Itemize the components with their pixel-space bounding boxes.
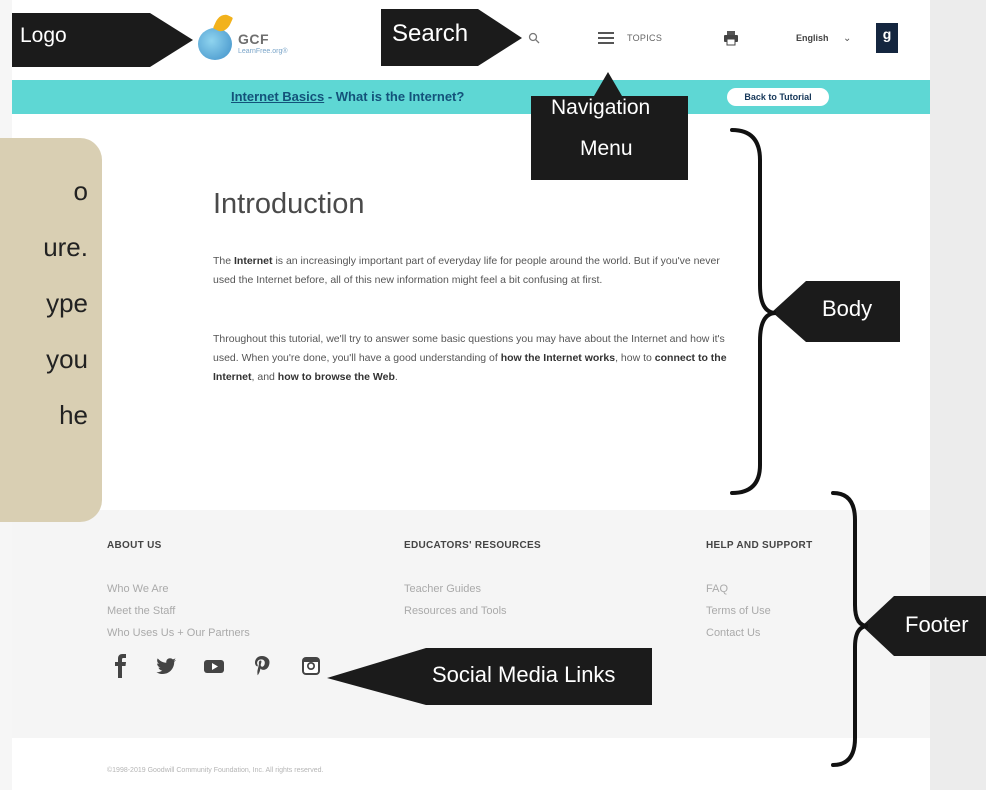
navigation-annotation-arrow <box>531 72 688 180</box>
navigation-annotation-label-2: Menu <box>580 137 633 160</box>
footer-bracket <box>831 491 869 767</box>
footer-annotation-label: Footer <box>905 612 969 637</box>
body-annotation-label: Body <box>822 296 873 321</box>
body-bracket <box>730 128 777 495</box>
navigation-annotation-label-1: Navigation <box>551 96 651 119</box>
logo-annotation-label: Logo <box>20 24 67 47</box>
social-annotation-label: Social Media Links <box>432 662 616 687</box>
search-annotation-label: Search <box>392 20 469 47</box>
